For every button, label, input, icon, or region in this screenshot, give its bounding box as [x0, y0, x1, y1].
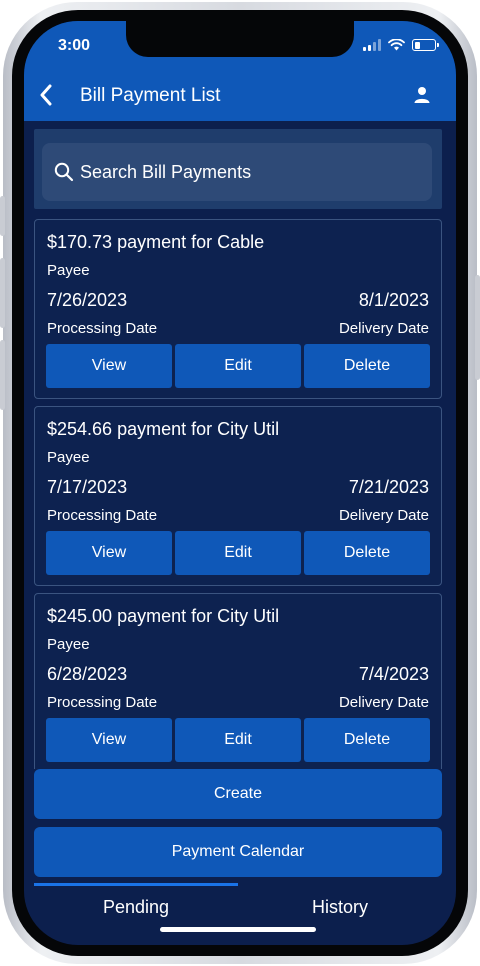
screen: 3:00 Bill Payment List Search Bill Payme…: [24, 21, 456, 945]
payment-calendar-button[interactable]: Payment Calendar: [34, 827, 442, 877]
processing-date: 6/28/2023: [47, 664, 128, 684]
search-box[interactable]: [42, 143, 432, 201]
payment-list: $170.73 payment for Cable Payee 7/26/202…: [34, 219, 442, 769]
card-actions: View Edit Delete: [46, 344, 430, 388]
edit-button[interactable]: Edit: [175, 531, 301, 575]
notch: [126, 21, 354, 57]
status-icons: [363, 39, 439, 51]
volume-down-button: [0, 340, 5, 410]
active-tab-indicator: [34, 883, 238, 886]
search-container: [34, 129, 442, 209]
payment-title: $254.66 payment for City Util: [47, 419, 280, 439]
create-button[interactable]: Create: [34, 769, 442, 819]
signal-icon: [363, 39, 381, 51]
delivery-date-label: Delivery Date: [338, 694, 429, 711]
view-button[interactable]: View: [46, 344, 172, 388]
chevron-left-icon: [40, 84, 52, 106]
delete-button[interactable]: Delete: [304, 718, 430, 762]
profile-button[interactable]: [410, 83, 434, 107]
home-indicator[interactable]: [160, 927, 316, 932]
processing-date-label: Processing Date: [47, 320, 158, 337]
processing-date: 7/26/2023: [47, 290, 128, 310]
mute-switch: [0, 196, 5, 236]
delivery-date: 7/21/2023: [348, 477, 429, 497]
status-time: 3:00: [58, 37, 91, 54]
payment-card: $245.00 payment for City Util Payee 6/28…: [34, 593, 442, 769]
page-title: Bill Payment List: [80, 85, 221, 106]
delivery-date: 7/4/2023: [358, 664, 429, 684]
battery-icon: [412, 39, 439, 51]
wifi-icon: [388, 39, 405, 51]
edit-button[interactable]: Edit: [175, 344, 301, 388]
card-actions: View Edit Delete: [46, 531, 430, 575]
payee-label: Payee: [47, 449, 90, 466]
delivery-date-label: Delivery Date: [338, 507, 429, 524]
delete-button[interactable]: Delete: [304, 531, 430, 575]
processing-date: 7/17/2023: [47, 477, 128, 497]
search-icon: [54, 162, 74, 182]
payment-title: $245.00 payment for City Util: [47, 606, 280, 626]
tab-history[interactable]: History: [238, 897, 442, 918]
payee-label: Payee: [47, 262, 90, 279]
edit-button[interactable]: Edit: [175, 718, 301, 762]
user-icon: [414, 87, 430, 103]
delete-button[interactable]: Delete: [304, 344, 430, 388]
processing-date-label: Processing Date: [47, 507, 158, 524]
processing-date-label: Processing Date: [47, 694, 158, 711]
view-button[interactable]: View: [46, 531, 172, 575]
back-button[interactable]: [32, 81, 60, 109]
tab-pending[interactable]: Pending: [34, 897, 238, 918]
power-button: [475, 275, 480, 380]
payment-card: $170.73 payment for Cable Payee 7/26/202…: [34, 219, 442, 399]
volume-up-button: [0, 258, 5, 328]
payment-card: $254.66 payment for City Util Payee 7/17…: [34, 406, 442, 586]
payment-title: $170.73 payment for Cable: [47, 232, 265, 252]
payee-label: Payee: [47, 636, 90, 653]
delivery-date: 8/1/2023: [358, 290, 429, 310]
delivery-date-label: Delivery Date: [338, 320, 429, 337]
search-input[interactable]: [80, 161, 400, 183]
view-button[interactable]: View: [46, 718, 172, 762]
card-actions: View Edit Delete: [46, 718, 430, 762]
